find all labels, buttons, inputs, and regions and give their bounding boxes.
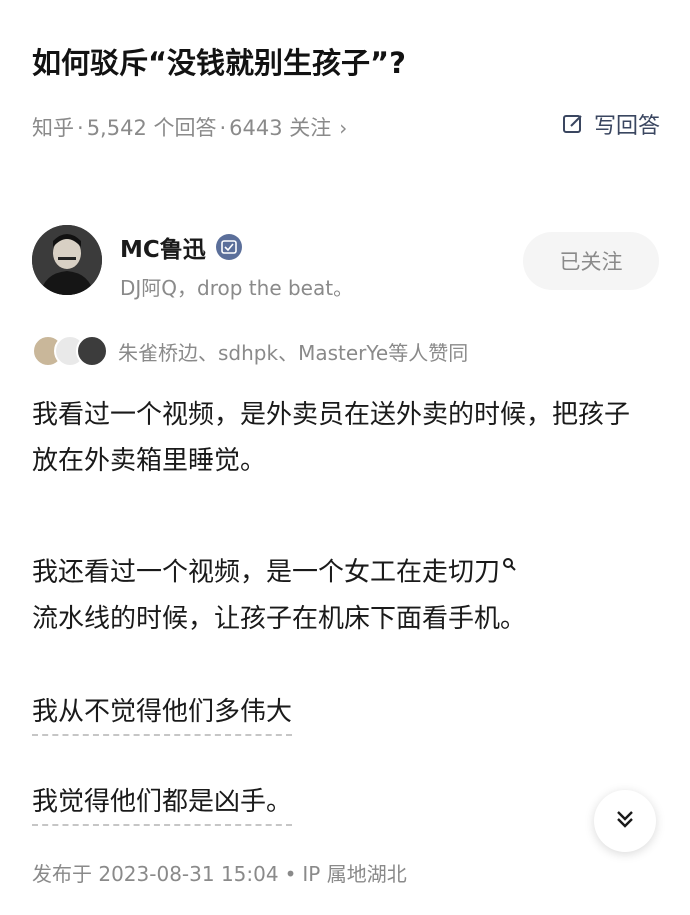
answer-paragraph: 我还看过一个视频，是一个女工在走切刀 流水线的时候，让孩子在机床下面看手机。 [32, 540, 652, 642]
search-icon[interactable] [502, 540, 516, 571]
follower-count: 6443 关注 [229, 116, 332, 140]
expand-button[interactable] [594, 790, 656, 852]
write-answer-button[interactable]: 写回答 [562, 108, 660, 140]
voters-text: 朱雀桥边、sdhpk、MasterYe等人赞同 [118, 340, 469, 365]
answer-footer: 发布于 2023-08-31 15:04 • IP 属地湖北 [32, 862, 407, 886]
author-signature: DJ阿Q，drop the beat。 [120, 276, 354, 300]
publish-time: 发布于 2023-08-31 15:04 [32, 862, 279, 886]
author-avatar[interactable] [32, 225, 102, 295]
question-title[interactable]: 如何驳斥“没钱就别生孩子”? [32, 40, 406, 82]
answer-count: 5,542 个回答 [86, 116, 217, 140]
follow-button[interactable]: 已关注 [523, 232, 659, 290]
answer-line: 我从不觉得他们多伟大 [32, 692, 293, 736]
answer-text: 我还看过一个视频，是一个女工在走切刀 [32, 557, 501, 588]
answer-paragraph: 我看过一个视频，是外卖员在送外卖的时候，把孩子放在外卖箱里睡觉。 [32, 400, 631, 476]
answer-line: 我觉得他们都是凶手。 [32, 782, 293, 826]
ip-location: IP 属地湖北 [302, 862, 407, 886]
write-answer-label: 写回答 [593, 114, 660, 139]
verified-badge-icon [215, 234, 242, 260]
voters-row[interactable]: 朱雀桥边、sdhpk、MasterYe等人赞同 [32, 335, 469, 367]
source-label: 知乎 [32, 116, 74, 140]
edit-icon [562, 113, 584, 135]
chevron-right-icon: › [339, 116, 348, 140]
voter-avatar [76, 335, 108, 367]
author-name: MC鲁迅 [120, 237, 206, 263]
question-meta[interactable]: 知乎 · 5,542 个回答 · 6443 关注 › [32, 112, 347, 142]
answer-text: 流水线的时候，让孩子在机床下面看手机。 [32, 603, 527, 634]
author-name-row[interactable]: MC鲁迅 [120, 230, 242, 264]
double-chevron-down-icon [614, 808, 636, 834]
